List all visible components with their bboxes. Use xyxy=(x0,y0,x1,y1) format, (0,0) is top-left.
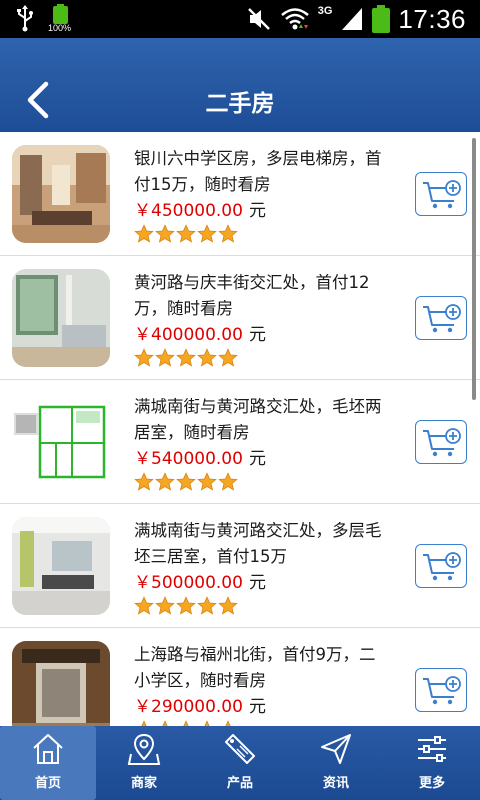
send-icon xyxy=(321,734,351,764)
home-icon xyxy=(33,734,63,764)
rating-stars xyxy=(134,596,238,616)
star-icon xyxy=(218,472,238,491)
star-icon xyxy=(197,224,217,243)
usb-icon xyxy=(17,5,33,32)
listing-thumbnail xyxy=(12,517,110,615)
battery-percent: 100% xyxy=(48,23,72,33)
price-unit: 元 xyxy=(248,325,266,345)
price-unit: 元 xyxy=(248,573,266,593)
star-icon xyxy=(197,472,217,491)
nav-label-merchants: 商家 xyxy=(130,776,157,791)
star-icon xyxy=(176,472,196,491)
listing-price: ￥450000.00 元 xyxy=(134,198,266,224)
listing-thumbnail xyxy=(12,145,110,243)
page-title: 二手房 xyxy=(205,91,275,117)
list-scrollbar[interactable] xyxy=(472,138,476,400)
cart-add-icon xyxy=(423,428,461,457)
cart-add-icon xyxy=(423,552,461,581)
map-icon xyxy=(127,733,161,765)
nav-item-more[interactable]: 更多 xyxy=(384,726,480,800)
app-header: 二手房 xyxy=(0,38,480,132)
listing-description: 满城南街与黄河路交汇处，毛坯两居室，随时看房 xyxy=(134,397,382,442)
listing-price: ￥290000.00 元 xyxy=(134,694,266,720)
listing-description: 上海路与福州北街，首付9万，二小学区，随时看房 xyxy=(134,645,376,690)
rating-stars xyxy=(134,224,238,244)
listing-item[interactable]: 满城南街与黄河路交汇处，多层毛坯三居室，首付15万 ￥500000.00 元 xyxy=(0,504,480,628)
cart-add-icon xyxy=(423,304,461,333)
star-icon xyxy=(155,348,175,367)
sliders-icon xyxy=(418,736,446,762)
price-unit: 元 xyxy=(248,697,266,717)
star-icon xyxy=(176,348,196,367)
listing-item[interactable]: 满城南街与黄河路交汇处，毛坯两居室，随时看房 ￥540000.00 元 xyxy=(0,380,480,504)
listing-item[interactable]: 银川六中学区房，多层电梯房，首付15万，随时看房 ￥450000.00 元 xyxy=(0,132,480,256)
nav-label-products: 产品 xyxy=(226,776,253,791)
star-icon xyxy=(134,472,154,491)
star-icon xyxy=(197,348,217,367)
mute-icon xyxy=(247,8,270,30)
add-to-cart-button[interactable] xyxy=(415,420,467,464)
add-to-cart-button[interactable] xyxy=(415,544,467,588)
nav-item-merchants[interactable]: 商家 xyxy=(96,726,192,800)
price-amount: ￥450000.00 xyxy=(134,201,243,221)
nav-label-home: 首页 xyxy=(34,776,61,791)
price-unit: 元 xyxy=(248,201,266,221)
star-icon xyxy=(218,596,238,615)
bottom-nav: 首页 商家 产品 资讯 更多 xyxy=(0,726,480,800)
price-amount: ￥290000.00 xyxy=(134,697,243,717)
listing-description: 黄河路与庆丰街交汇处，首付12万，随时看房 xyxy=(134,273,370,318)
status-bar: 100% 3G 17:36 xyxy=(0,0,480,38)
listing-thumbnail xyxy=(12,393,110,491)
add-to-cart-button[interactable] xyxy=(415,172,467,216)
signal-icon xyxy=(342,8,363,30)
rating-stars xyxy=(134,472,238,492)
listing-description: 满城南街与黄河路交汇处，多层毛坯三居室，首付15万 xyxy=(134,521,382,566)
listing-item[interactable]: 黄河路与庆丰街交汇处，首付12万，随时看房 ￥400000.00 元 xyxy=(0,256,480,380)
nav-item-home[interactable]: 首页 xyxy=(0,726,96,800)
star-icon xyxy=(176,596,196,615)
nav-label-more: 更多 xyxy=(418,776,445,791)
cart-add-icon xyxy=(423,676,461,705)
star-icon xyxy=(134,348,154,367)
wifi-icon xyxy=(280,8,309,30)
star-icon xyxy=(155,472,175,491)
price-amount: ￥540000.00 xyxy=(134,449,243,469)
clock-time: 17:36 xyxy=(398,3,466,34)
listing-thumbnail xyxy=(12,269,110,367)
star-icon xyxy=(155,596,175,615)
nav-item-products[interactable]: 产品 xyxy=(192,726,288,800)
listing-list[interactable]: 银川六中学区房，多层电梯房，首付15万，随时看房 ￥450000.00 元 黄河… xyxy=(0,132,480,726)
listing-thumbnail xyxy=(12,641,110,726)
battery-icon xyxy=(372,5,391,33)
sale-tag-icon xyxy=(225,734,255,764)
price-amount: ￥400000.00 xyxy=(134,325,243,345)
star-icon xyxy=(134,596,154,615)
battery-charging-icon: 100% xyxy=(48,4,74,34)
star-icon xyxy=(218,224,238,243)
listing-item[interactable]: 上海路与福州北街，首付9万，二小学区，随时看房 ￥290000.00 元 xyxy=(0,628,480,726)
star-icon xyxy=(134,224,154,243)
price-amount: ￥500000.00 xyxy=(134,573,243,593)
star-icon xyxy=(176,224,196,243)
listing-price: ￥400000.00 元 xyxy=(134,322,266,348)
add-to-cart-button[interactable] xyxy=(415,668,467,712)
cart-add-icon xyxy=(423,180,461,209)
rating-stars xyxy=(134,348,238,368)
star-icon xyxy=(197,596,217,615)
price-unit: 元 xyxy=(248,449,266,469)
nav-label-news: 资讯 xyxy=(322,776,349,791)
listing-price: ￥500000.00 元 xyxy=(134,570,266,596)
nav-item-news[interactable]: 资讯 xyxy=(288,726,384,800)
listing-price: ￥540000.00 元 xyxy=(134,446,266,472)
add-to-cart-button[interactable] xyxy=(415,296,467,340)
star-icon xyxy=(218,348,238,367)
star-icon xyxy=(155,224,175,243)
network-type-label: 3G xyxy=(317,5,333,17)
listing-description: 银川六中学区房，多层电梯房，首付15万，随时看房 xyxy=(134,149,382,194)
